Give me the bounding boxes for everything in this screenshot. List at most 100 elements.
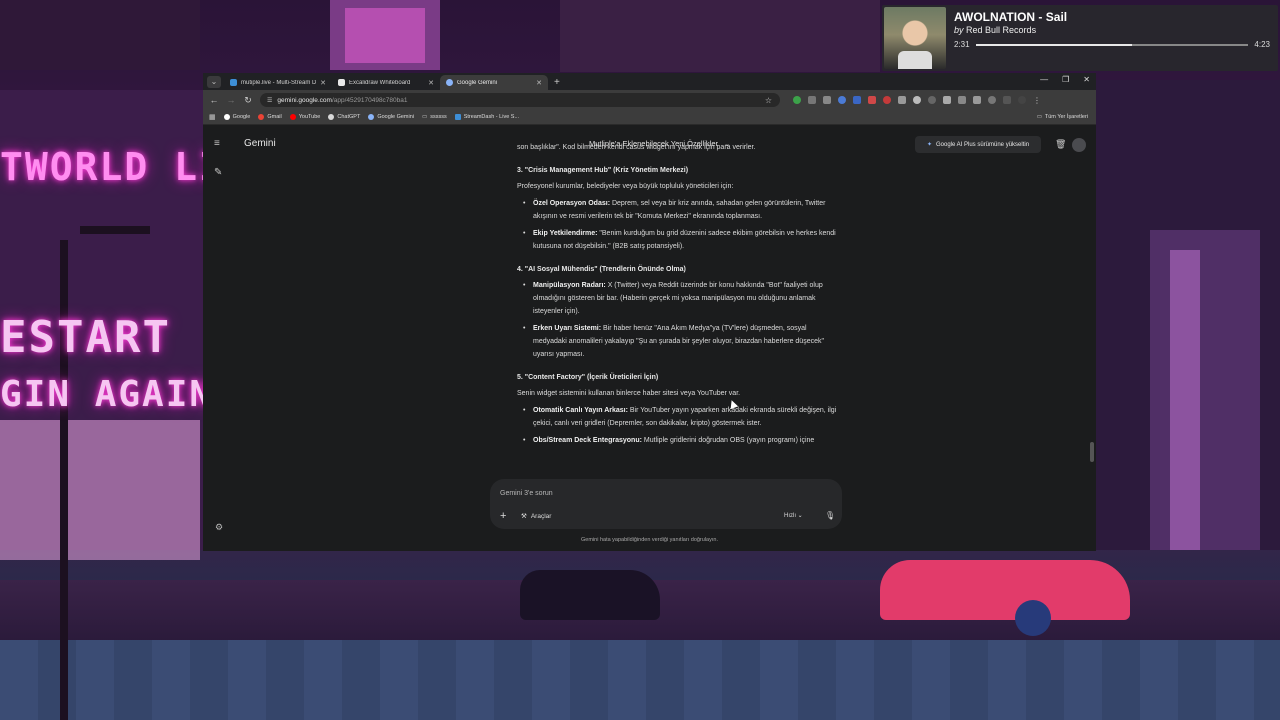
- back-arrow-icon[interactable]: ←: [209, 95, 219, 105]
- list-item: Manipülasyon Radarı: X (Twitter) veya Re…: [517, 279, 841, 318]
- extension-icon[interactable]: [898, 96, 906, 104]
- tab-gemini[interactable]: Google Gemini ✕: [440, 75, 548, 90]
- upgrade-button[interactable]: ✦ Google AI Plus sürümüne yükseltin: [915, 136, 1041, 153]
- extension-icon[interactable]: [868, 96, 876, 104]
- avatar-small-icon[interactable]: [1018, 96, 1026, 104]
- extension-icon[interactable]: [838, 96, 846, 104]
- now-playing-widget: AWOLNATION - Sail by Red Bull Records 2:…: [882, 5, 1278, 71]
- neon-sign-restart: ESTART: [0, 312, 171, 363]
- close-icon[interactable]: ✕: [428, 79, 434, 87]
- section-heading: 3. "Crisis Management Hub" (Kriz Yönetim…: [517, 167, 689, 174]
- tab-favicon: [338, 79, 345, 86]
- reload-icon[interactable]: ↻: [243, 95, 253, 106]
- close-icon[interactable]: ✕: [320, 79, 326, 87]
- extension-icon[interactable]: [883, 96, 891, 104]
- forward-arrow-icon[interactable]: →: [226, 95, 236, 105]
- extensions-puzzle-icon[interactable]: [943, 96, 951, 104]
- hamburger-menu-icon[interactable]: ≡: [214, 138, 220, 149]
- tab-mutiple[interactable]: mutiple.live - Multi-Stream Da ✕: [224, 75, 332, 90]
- minimize-icon[interactable]: —: [1040, 75, 1048, 84]
- browser-toolbar: ← → ↻ ☰ gemini.google.com/app/4529170498…: [203, 90, 1096, 110]
- response-content: son başlıklar". Kod bilmeden kendi casus…: [517, 141, 841, 471]
- url-path: /app/4529170498c780ba1: [331, 96, 408, 104]
- mode-selector[interactable]: Hızlı ⌄: [784, 512, 803, 519]
- tools-button[interactable]: ⚒ Araçlar: [521, 512, 552, 521]
- sparkle-icon: ✦: [926, 142, 932, 148]
- address-bar[interactable]: ☰ gemini.google.com/app/4529170498c780ba…: [260, 93, 780, 107]
- tab-favicon: [446, 79, 453, 86]
- all-bookmarks[interactable]: ▭ Tüm Yer İşaretleri: [1037, 114, 1088, 120]
- microphone-icon[interactable]: 🎙: [825, 511, 835, 520]
- elapsed-time: 2:31: [954, 40, 970, 49]
- delete-icon[interactable]: 🗑: [1055, 139, 1066, 150]
- section-heading: 4. "AI Sosyal Mühendis" (Trendlerin Önün…: [517, 266, 686, 273]
- tools-icon: ⚒: [521, 513, 527, 520]
- download-icon[interactable]: [973, 96, 981, 104]
- bookmark-chatgpt[interactable]: ChatGPT: [328, 114, 360, 120]
- album-art: [884, 7, 946, 69]
- track-title: AWOLNATION - Sail: [954, 10, 1068, 24]
- scrollbar[interactable]: [1090, 127, 1094, 547]
- list-item-title: Obs/Stream Deck Entegrasyonu:: [533, 437, 642, 444]
- prompt-input[interactable]: Gemini 3'e sorun: [500, 490, 553, 497]
- extension-icon[interactable]: [958, 96, 966, 104]
- profile-icon[interactable]: [988, 96, 996, 104]
- bookmark-youtube[interactable]: YouTube: [289, 114, 320, 120]
- gemini-logo[interactable]: Gemini: [244, 138, 276, 149]
- maximize-icon[interactable]: ❐: [1062, 75, 1069, 84]
- paragraph: Senin widget sistemini kullanan binlerce…: [517, 390, 741, 397]
- track-progress-fill: [975, 43, 1133, 46]
- extension-icon[interactable]: [928, 96, 936, 104]
- close-icon[interactable]: ✕: [536, 79, 542, 87]
- section-heading: 5. "Content Factory" (İçerik Üreticileri…: [517, 374, 659, 381]
- new-tab-button[interactable]: +: [554, 77, 560, 88]
- url-host: gemini.google.com: [277, 96, 332, 104]
- folder-icon: ▭: [1036, 114, 1042, 120]
- scroll-thumb[interactable]: [1090, 442, 1094, 462]
- more-menu-icon[interactable]: ⋮: [1033, 96, 1041, 105]
- sidepanel-icon[interactable]: [1003, 96, 1011, 104]
- list-item-text: Mutliple gridlerini doğrudan OBS (yayın …: [643, 437, 815, 444]
- list-item: Özel Operasyon Odası: Deprem, sel veya b…: [517, 197, 841, 223]
- folder-icon: ▭: [422, 114, 428, 120]
- new-chat-icon[interactable]: ✎: [214, 167, 222, 178]
- bookmark-star-icon[interactable]: ☆: [765, 96, 772, 105]
- extension-icon[interactable]: [793, 96, 801, 104]
- extension-icon[interactable]: [823, 96, 831, 104]
- site-info-icon[interactable]: ☰: [267, 97, 272, 104]
- tab-search-button[interactable]: ⌄: [207, 76, 221, 88]
- neon-sign-again: GIN AGAIN: [0, 374, 214, 415]
- apps-grid-icon[interactable]: ▦: [209, 113, 216, 121]
- add-attachment-icon[interactable]: +: [500, 510, 506, 522]
- tools-label: Araçlar: [530, 512, 552, 520]
- close-window-icon[interactable]: ✕: [1083, 75, 1090, 84]
- tab-excalidraw[interactable]: Excalidraw Whiteboard ✕: [332, 75, 440, 90]
- bookmark-gmail[interactable]: Gmail: [258, 114, 282, 120]
- side-rail: ≡ ✎: [203, 125, 237, 551]
- chevron-down-icon: ⌄: [797, 513, 803, 519]
- bookmark-gemini[interactable]: Google Gemini: [368, 114, 414, 120]
- extension-icon[interactable]: [913, 96, 921, 104]
- prompt-composer[interactable]: Gemini 3'e sorun + ⚒ Araçlar Hızlı ⌄ 🎙: [490, 479, 842, 529]
- list-item-title: Otomatik Canlı Yayın Arkası:: [533, 407, 628, 414]
- paragraph: Profesyonel kurumlar, belediyeler veya b…: [517, 183, 734, 190]
- disclaimer-text: Gemini hata yapabildiğinden verdiği yanı…: [581, 537, 718, 543]
- bookmarks-bar: ▦ Google Gmail YouTube ChatGPT Google Ge…: [203, 110, 1096, 125]
- upgrade-label: Google AI Plus sürümüne yükseltin: [935, 141, 1030, 148]
- list-item-title: Ekip Yetkilendirme:: [533, 230, 598, 237]
- bookmark-folder[interactable]: ▭ ssssss: [422, 114, 447, 120]
- track-artist: Red Bull Records: [966, 25, 1037, 35]
- list-item: Ekip Yetkilendirme: "Benim kurduğum bu g…: [517, 227, 841, 253]
- extension-icon[interactable]: [808, 96, 816, 104]
- settings-gear-icon[interactable]: ⚙: [215, 522, 223, 533]
- bookmark-streamdash[interactable]: StreamDash - Live S...: [454, 114, 519, 120]
- list-item: Erken Uyarı Sistemi: Bir haber henüz "An…: [517, 322, 841, 361]
- track-progress-bar: [975, 43, 1249, 46]
- list-item-title: Erken Uyarı Sistemi:: [533, 325, 602, 332]
- content-fade: [493, 447, 853, 477]
- extension-icon[interactable]: [853, 96, 861, 104]
- avatar[interactable]: [1072, 138, 1086, 152]
- list-item-title: Özel Operasyon Odası:: [533, 200, 611, 207]
- bookmark-google[interactable]: Google: [223, 114, 250, 120]
- list-item: Obs/Stream Deck Entegrasyonu: Mutliple g…: [517, 434, 841, 447]
